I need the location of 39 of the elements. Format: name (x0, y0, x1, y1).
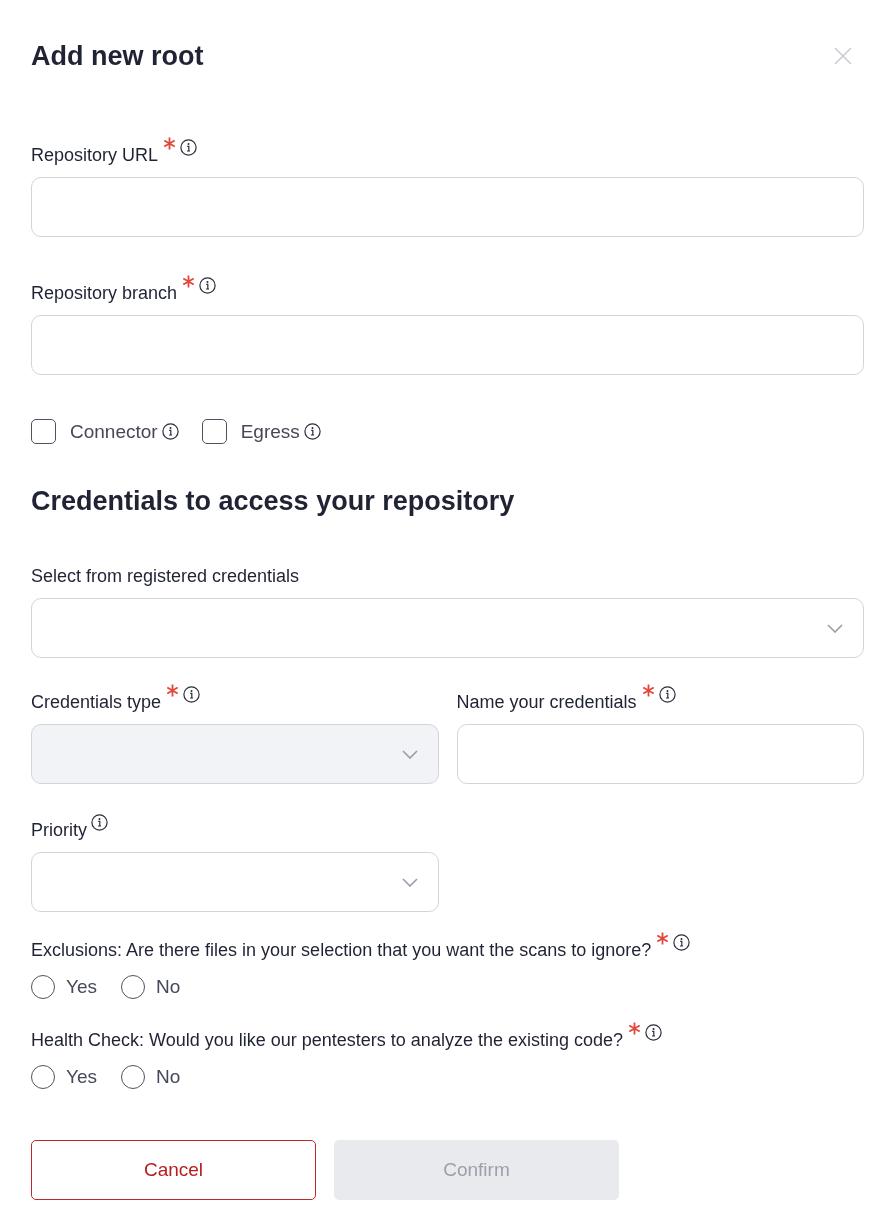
radio-label[interactable]: Yes (66, 975, 97, 999)
checkbox[interactable] (201, 419, 227, 444)
field-label: Credentials type (31, 691, 162, 714)
select-field[interactable] (31, 598, 864, 658)
question-text: Exclusions: Are there files in your selection that you want the scans to ignore? (31, 939, 652, 962)
info-icon[interactable] (673, 934, 691, 951)
cancel-button[interactable]: Cancel (31, 1140, 316, 1200)
checkbox[interactable] (31, 419, 56, 444)
info-icon[interactable] (303, 423, 321, 440)
radio-label[interactable]: No (156, 1065, 181, 1089)
question-text: Health Check: Would you like our pentesters to analyze the existing code? (31, 1029, 623, 1052)
chevron-down-icon (827, 623, 843, 633)
radio-label[interactable]: Yes (66, 1065, 97, 1089)
chevron-down-icon (401, 877, 418, 887)
radio-label[interactable]: No (156, 975, 181, 999)
field-label: Repository branch (31, 282, 178, 305)
chevron-down-icon (401, 749, 418, 759)
field-label: Select from registered credentials (31, 565, 300, 588)
info-icon[interactable] (91, 814, 108, 831)
select-field[interactable] (31, 852, 439, 912)
field-label: Repository URL (31, 144, 159, 167)
section-heading: Credentials to access your repository (31, 485, 516, 518)
field-label: Priority (31, 819, 87, 842)
dialog-title: Add new root (31, 40, 204, 73)
radio-button[interactable] (121, 1065, 145, 1089)
radio-button[interactable] (31, 1065, 55, 1089)
input-field[interactable] (31, 315, 864, 375)
info-icon[interactable] (161, 423, 179, 440)
field-label: Name your credentials (456, 691, 637, 714)
info-icon[interactable] (645, 1024, 662, 1041)
checkbox-label[interactable]: Egress (240, 419, 300, 444)
input-field[interactable] (31, 177, 864, 237)
radio-button[interactable] (121, 975, 145, 999)
checkbox-label[interactable]: Connector (70, 419, 158, 444)
info-icon[interactable] (658, 686, 676, 703)
info-icon[interactable] (180, 139, 198, 156)
input-field[interactable] (456, 724, 864, 784)
radio-button[interactable] (31, 975, 55, 999)
info-icon[interactable] (199, 277, 217, 294)
